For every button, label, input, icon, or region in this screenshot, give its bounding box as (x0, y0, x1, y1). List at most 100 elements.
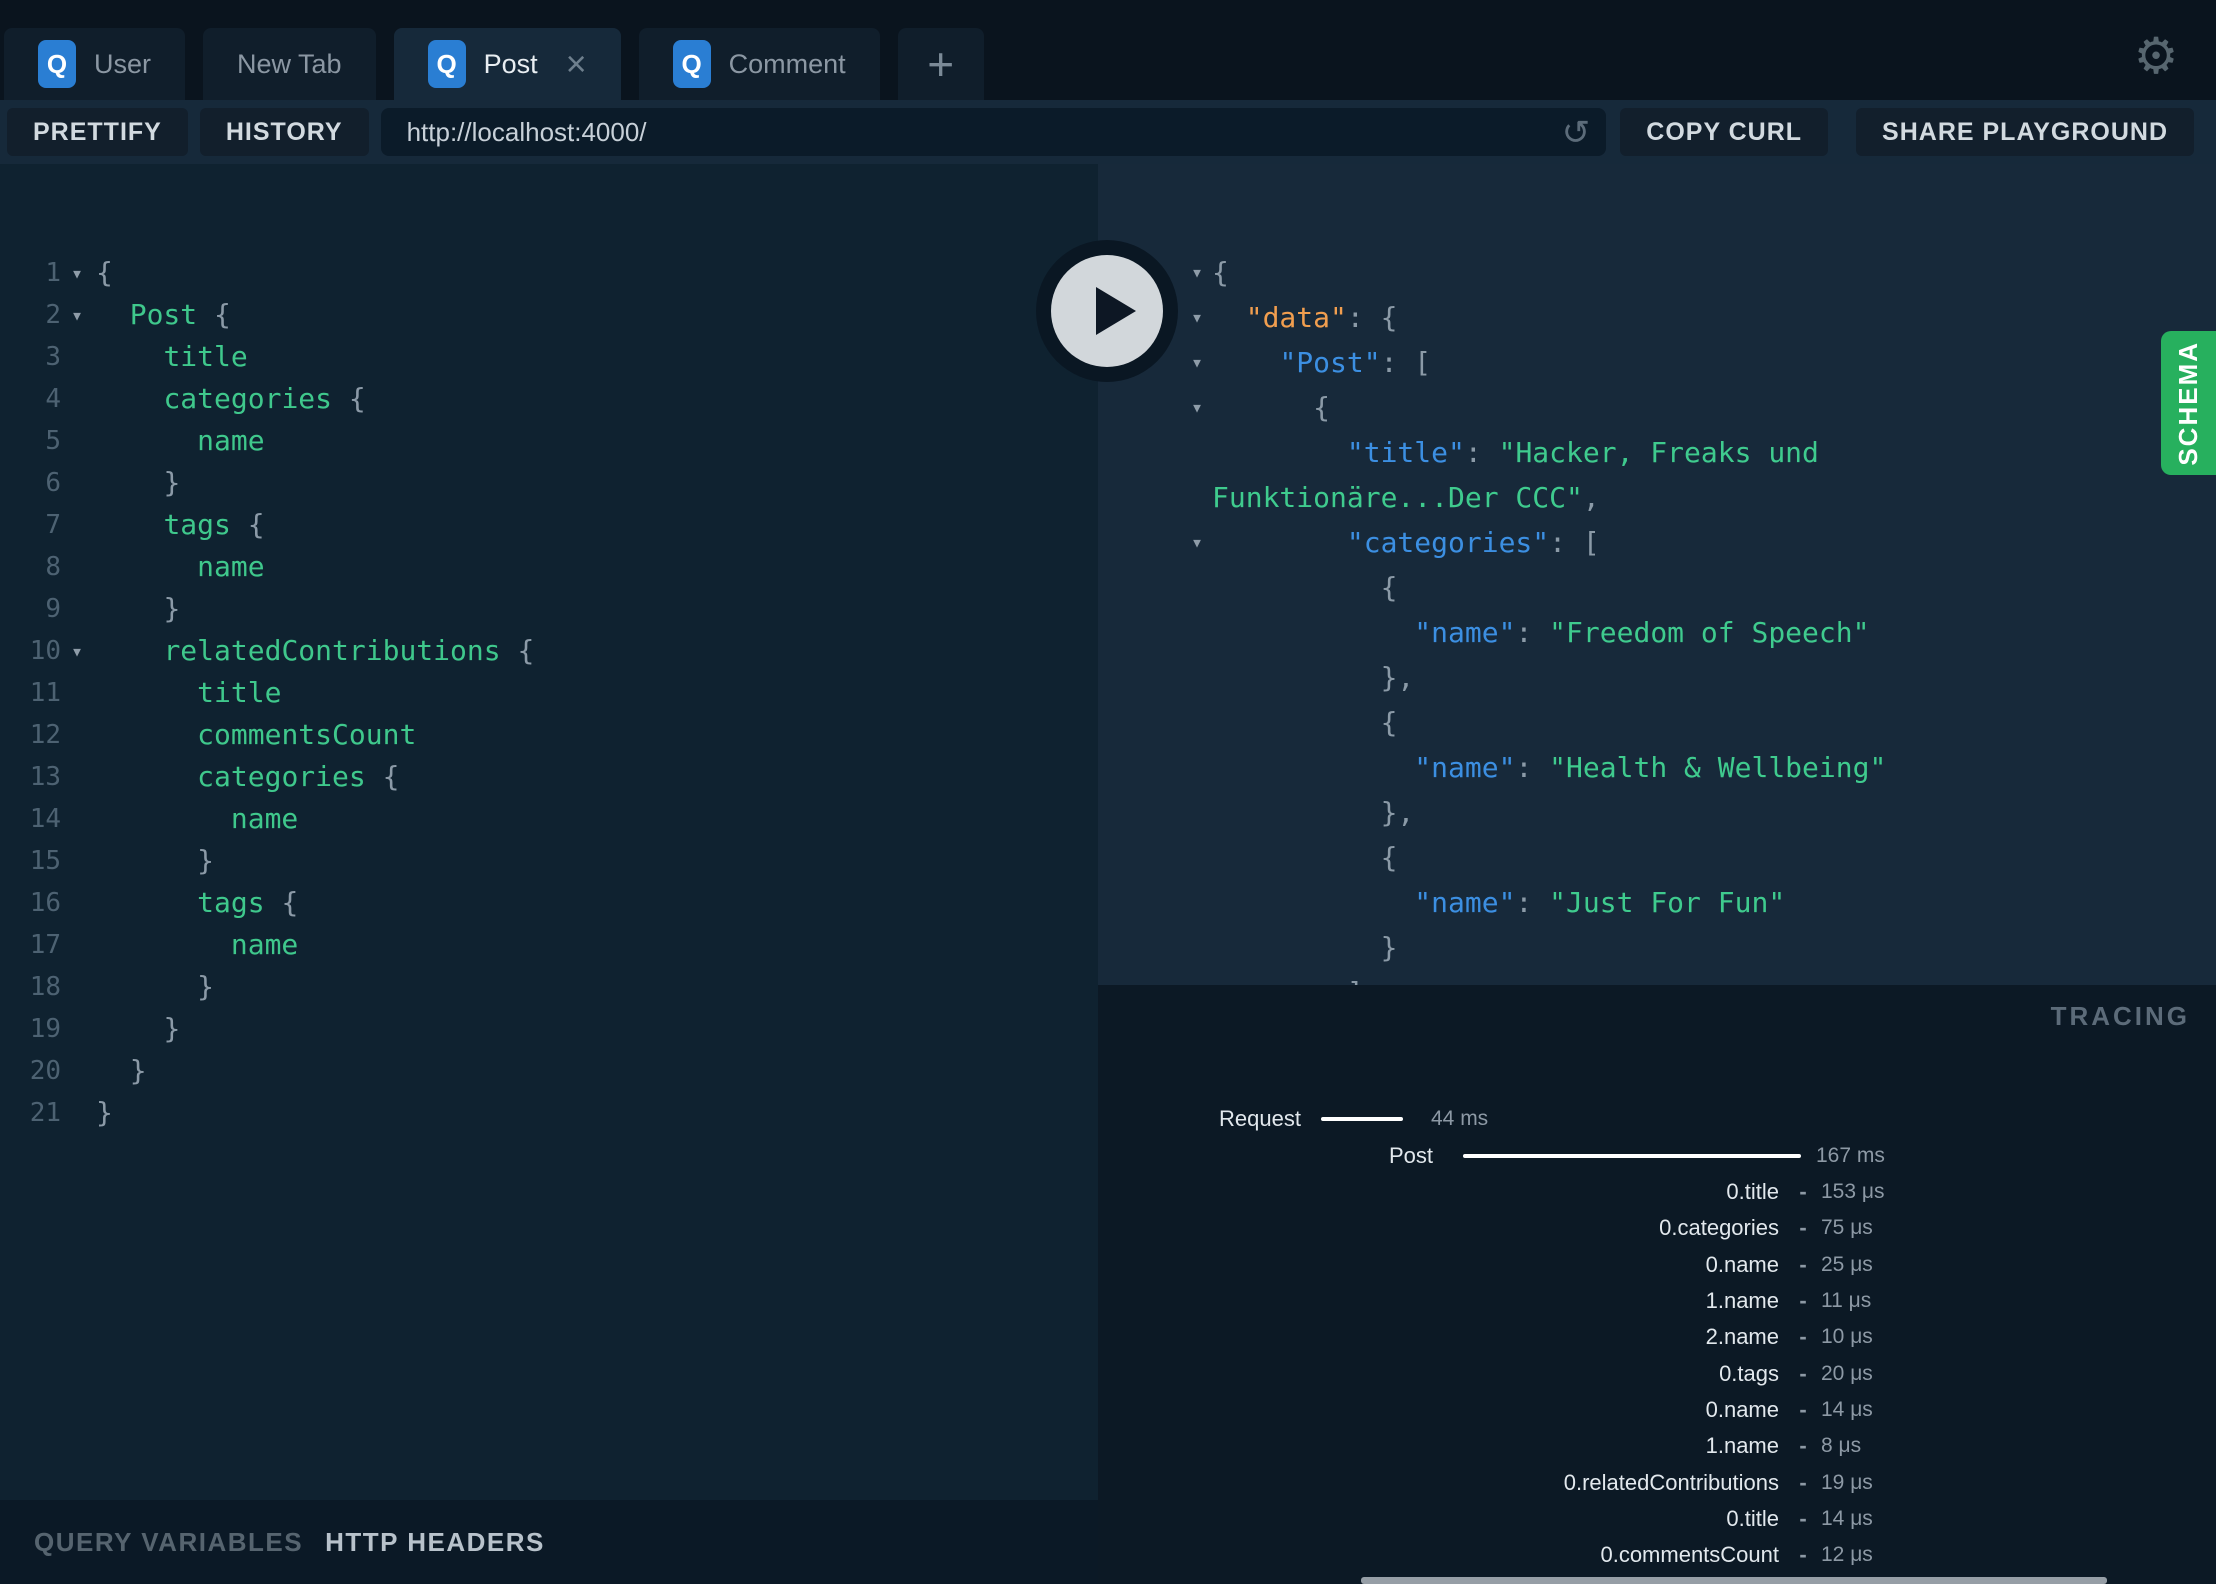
fold-arrow-icon[interactable]: ▾ (62, 630, 92, 672)
fold-arrow-icon[interactable]: ▾ (1182, 250, 1212, 295)
response-line: }, (1098, 655, 2216, 700)
query-line: 21} (0, 1092, 1098, 1134)
query-line: 18 } (0, 966, 1098, 1008)
code-text: tags { (197, 886, 299, 919)
endpoint-url-input[interactable] (380, 116, 1607, 148)
code-text: }, (1380, 661, 1415, 694)
trace-span-label: Post (1388, 1143, 1433, 1168)
line-number: 15 (29, 846, 61, 876)
trace-resolver-row: 0.commentsCount -12 μs (1098, 1541, 2216, 1569)
fold-arrow-icon[interactable]: ▾ (1182, 520, 1212, 565)
close-tab-icon[interactable]: × (566, 46, 587, 82)
fold-arrow-icon[interactable]: ▾ (1182, 340, 1212, 385)
line-number: 13 (29, 762, 61, 792)
schema-side-tab[interactable]: SCHEMA (2161, 331, 2216, 475)
code-text: } (163, 466, 181, 499)
reset-endpoint-icon[interactable]: ↺ (1562, 113, 1591, 153)
code-text: Post { (129, 298, 231, 331)
code-text: title (163, 340, 248, 373)
resolver-duration: 11 μs (1821, 1288, 1872, 1312)
fold-arrow-icon[interactable]: ▾ (1182, 295, 1212, 340)
resolver-path: 0.categories (1659, 1215, 1779, 1241)
line-number: 1 (45, 258, 61, 288)
resolver-path: 0.title (1726, 1179, 1779, 1204)
resolver-duration: 19 μs (1821, 1470, 1873, 1494)
history-button[interactable]: HISTORY (199, 108, 369, 156)
code-text: "Post": [ (1279, 346, 1432, 379)
copy-curl-button[interactable]: COPY CURL (1620, 108, 1829, 156)
code-text: { (1380, 841, 1398, 874)
fold-arrow-icon[interactable]: ▾ (62, 294, 92, 336)
line-number: 21 (29, 1098, 61, 1128)
query-line: 13 categories { (0, 756, 1098, 798)
tab-comment[interactable]: Q Comment (638, 28, 880, 100)
fold-arrow-icon[interactable]: ▾ (62, 252, 92, 294)
query-badge: Q (38, 40, 76, 88)
execute-query-button[interactable] (1036, 240, 1178, 382)
resolver-duration: 12 μs (1821, 1543, 1873, 1567)
code-text: } (1380, 931, 1398, 964)
code-text: "name": "Health & Wellbeing" (1414, 751, 1887, 784)
line-number: 6 (45, 468, 61, 498)
request-toolbar: PRETTIFY HISTORY ↺ COPY CURL SHARE PLAYG… (0, 100, 2216, 164)
query-line: 15 } (0, 840, 1098, 882)
trace-span-duration: 167 ms (1816, 1144, 1885, 1167)
resolver-dash: - (1799, 1287, 1807, 1313)
trace-resolver-row: 2.name -10 μs (1098, 1323, 2216, 1351)
tab-user[interactable]: Q User (4, 28, 186, 100)
resolver-path: 0.tags (1719, 1360, 1779, 1386)
query-editor-pane[interactable]: 1 ▾{2 ▾ Post {3 title 4 categories {5 name 6… (0, 164, 1098, 1500)
resolver-dash: - (1799, 1469, 1807, 1495)
code-text: } (197, 970, 215, 1003)
fold-arrow-icon[interactable]: ▾ (1182, 385, 1212, 430)
http-headers-tab[interactable]: HTTP HEADERS (325, 1527, 545, 1558)
code-text: "name": "Just For Fun" (1414, 886, 1786, 919)
share-playground-button[interactable]: SHARE PLAYGROUND (1856, 108, 2194, 156)
resolver-path: 0.name (1705, 1396, 1779, 1422)
query-variables-tab[interactable]: QUERY VARIABLES (34, 1527, 303, 1558)
code-text: { (1212, 256, 1229, 289)
line-number: 4 (45, 384, 61, 414)
line-number: 11 (29, 678, 61, 708)
trace-resolver-row: 0.name -25 μs (1098, 1251, 2216, 1279)
resolver-duration: 20 μs (1821, 1361, 1873, 1385)
tab-label: Post (483, 48, 538, 79)
line-number: 9 (45, 594, 61, 624)
query-line: 2 ▾ Post { (0, 294, 1098, 336)
new-tab-button[interactable]: + (897, 28, 984, 100)
resolver-path: 1.name (1705, 1433, 1779, 1459)
tab-label: User (94, 48, 152, 79)
tab-post[interactable]: Q Post × (393, 28, 621, 100)
tab-label: Comment (728, 48, 846, 79)
query-line: 17 name (0, 924, 1098, 966)
code-text: name (230, 928, 299, 961)
code-text: { (1380, 571, 1398, 604)
trace-resolver-row: 1.name -8 μs (1098, 1432, 2216, 1460)
trace-resolver-row: 0.title -153 μs (1098, 1178, 2216, 1206)
query-line: 14 name (0, 798, 1098, 840)
prettify-button[interactable]: PRETTIFY (7, 108, 188, 156)
code-text: relatedContributions { (163, 634, 535, 667)
resolver-dash: - (1799, 1324, 1807, 1350)
response-line: "title": "Hacker, Freaks und (1098, 430, 2216, 475)
response-line: ▾{ (1098, 250, 2216, 295)
response-line: ▾ { (1098, 385, 2216, 430)
query-badge: Q (427, 40, 466, 88)
horizontal-scrollbar[interactable] (1361, 1577, 2107, 1584)
code-text: } (96, 1096, 113, 1129)
code-text: commentsCount (197, 718, 417, 751)
response-line: ▾ "Post": [ (1098, 340, 2216, 385)
tab-new-tab[interactable]: New Tab (203, 28, 376, 100)
trace-resolver-row: 0.tags -20 μs (1098, 1360, 2216, 1388)
line-number: 2 (45, 300, 61, 330)
response-line: { (1098, 565, 2216, 610)
response-line: }, (1098, 790, 2216, 835)
query-line: 10 ▾ relatedContributions { (0, 630, 1098, 672)
query-line: 8 name (0, 546, 1098, 588)
trace-resolver-row: 0.name -14 μs (1098, 1396, 2216, 1424)
code-text: "title": "Hacker, Freaks und (1346, 436, 1819, 469)
line-number: 12 (29, 720, 61, 750)
resolver-dash: - (1799, 1505, 1807, 1531)
code-text: tags { (163, 508, 265, 541)
settings-gear-icon[interactable]: ⚙ (2130, 30, 2182, 82)
